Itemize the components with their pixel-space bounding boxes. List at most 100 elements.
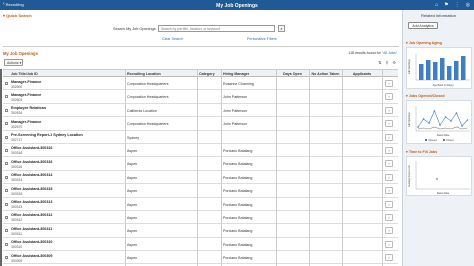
chart-jobs-opened-closed[interactable]: Job Openings Status Date Opened Closed [406,100,472,144]
menu-icon[interactable]: ⋮ [455,2,460,8]
row-detail-button[interactable]: › [385,213,393,221]
add-analytics-button[interactable]: Add Analytics [408,22,438,29]
manager-text: Porciano Batalang [223,175,253,180]
job-title-link[interactable]: Manager-Finance [11,120,41,124]
job-title-link[interactable]: Office Assistant-300311 [11,227,52,231]
table-row[interactable]: Employee Relations 302634 California Locat… [3,104,398,118]
row-detail-button[interactable]: › [385,173,393,181]
table-row[interactable]: Office Assistant-300314 300314 Aspen Porcia… [3,171,398,185]
settings-icon[interactable]: ⚙ [392,60,396,65]
row-detail-button[interactable]: › [385,240,393,248]
all-jobs-link[interactable]: "All Jobs" [382,51,397,55]
row-detail-button[interactable]: › [385,106,393,114]
col-header-applicants[interactable]: Applicants [342,70,382,76]
clear-search-link[interactable]: Clear Search [162,37,183,41]
job-title-link[interactable]: Manager-Finance [11,93,41,97]
row-detail-button[interactable]: › [385,200,393,208]
job-title-link[interactable]: Employee Relations [11,106,46,110]
search-input[interactable] [158,25,275,32]
row-detail-button[interactable]: › [385,80,393,87]
col-header-location[interactable]: Recruiting Location [125,70,197,76]
location-text: Corporation Headquarters [127,82,169,86]
row-checkbox[interactable] [4,202,8,206]
table-row[interactable]: Manager-Finance 302603 Corporation Headqua… [3,90,398,104]
quick-search-header[interactable]: ▾ Quick Search [3,13,32,18]
table-row[interactable]: Office Assistant-300316 300316 Aspen Porcia… [3,144,398,158]
row-detail-button[interactable]: › [385,187,393,195]
job-title-link[interactable]: Pre-Screening Report-1 Sydney Location [11,133,83,137]
table-row[interactable]: Manager-Finance 302600 Corporation Headqua… [3,77,398,91]
row-checkbox[interactable] [4,108,8,112]
col-header-title[interactable]: Job Title/Job ID [9,70,125,76]
col-header-category[interactable]: Category [197,70,221,76]
no-action-cell [309,157,342,169]
table-row[interactable]: Office Assistant-300310 300310 Aspen Porcia… [3,238,398,252]
row-checkbox[interactable] [4,256,8,260]
manager-cell: Porciano Batalang [221,211,276,223]
grid-header: Job Title/Job ID Recruiting Location Cat… [3,69,398,77]
row-checkbox[interactable] [4,82,8,85]
row-checkbox[interactable] [4,122,8,126]
row-checkbox[interactable] [4,135,8,139]
col-header-no-action[interactable]: No Action Taken [309,70,342,76]
job-title-link[interactable]: Manager-Finance [11,80,41,84]
job-title-link[interactable]: Office Assistant-300316 [11,146,52,150]
home-icon[interactable]: ⌂ [435,2,438,8]
job-title-link[interactable]: Office Assistant-300312 [11,213,52,217]
job-title-link[interactable]: Office Assistant-300316 [11,160,52,164]
col-header-manager[interactable]: Hiring Manager [221,70,276,76]
table-row[interactable]: Office Assistant-300312 300312 Aspen Porcia… [3,211,398,225]
compass-icon[interactable]: ◎ [466,2,470,8]
row-checkbox[interactable] [4,242,8,246]
table-row[interactable]: Office Assistant-300316 300316 Aspen Porcia… [3,157,398,171]
row-detail-button[interactable]: › [385,146,393,154]
legend-swatch-closed [443,139,445,141]
chart-job-aging[interactable]: Job Openings Age Band (In Days) [406,47,472,89]
location-cell: Aspen [125,224,197,236]
search-button[interactable]: ⌕ [278,25,285,32]
days-open-cell [276,224,309,236]
job-title-link[interactable]: Office Assistant-300309 [11,254,52,258]
table-row[interactable]: Manager-Finance 302670 Corporation Headqua… [3,117,398,131]
row-detail-button[interactable]: › [385,227,393,235]
table-row[interactable]: Office Assistant-300313 300313 Aspen Porcia… [3,198,398,211]
days-open-cell [276,238,309,250]
row-checkbox[interactable] [4,95,8,99]
chart-time-to-fill[interactable]: Average Days to Fill Status Date [406,156,472,196]
row-checkbox[interactable] [4,162,8,166]
table-row[interactable]: Pre-Screening Report-1 Sydney Location 30… [3,131,398,144]
row-checkbox[interactable] [4,175,8,179]
col-header-days-open[interactable]: Days Open [276,70,309,76]
row-detail-button[interactable]: › [385,160,393,168]
panel-title[interactable]: ▾ Time to Fill Jobs [406,150,472,154]
go-cell: › [382,171,398,183]
job-title-link[interactable]: Office Assistant-300315 [11,187,52,191]
job-title-link[interactable]: Office Assistant-300313 [11,200,52,204]
row-checkbox[interactable] [4,229,8,233]
panel-title[interactable]: ▾ Job Opening Aging [406,41,472,45]
filter-icon[interactable]: ⚲ [385,60,388,65]
actions-button[interactable]: Actions ▾ [4,59,23,66]
row-detail-button[interactable]: › [385,120,393,128]
sort-icon[interactable]: ⇅ [378,60,381,65]
applicants-cell [342,251,382,263]
row-detail-button[interactable]: › [385,133,393,141]
table-row[interactable]: Office Assistant-300311 300311 Aspen Porcia… [3,224,398,238]
row-checkbox[interactable] [4,148,8,152]
row-checkbox[interactable] [4,189,8,193]
manager-text: John Patterson [223,122,248,127]
job-title-link[interactable]: Office Assistant-300310 [11,240,52,244]
table-row[interactable]: Office Assistant-300315 300315 Aspen Porcia… [3,184,398,198]
row-detail-button[interactable]: › [385,254,393,262]
job-id: 300316 [11,151,23,156]
panel-title[interactable]: ▾ Jobs Opened/Closed [406,94,472,98]
table-row[interactable]: Office Assistant-300309 300309 Aspen Porcia… [3,251,398,265]
manager-cell: Porciano Batalang [221,144,276,156]
personalize-filters-link[interactable]: Personalize Filters [247,37,277,41]
job-id: 300314 [11,178,23,183]
go-cell: › [382,211,398,223]
job-title-link[interactable]: Office Assistant-300314 [11,173,52,177]
row-detail-button[interactable]: › [385,93,393,101]
flag-icon[interactable]: ⚑ [444,2,448,8]
row-checkbox[interactable] [4,215,8,219]
